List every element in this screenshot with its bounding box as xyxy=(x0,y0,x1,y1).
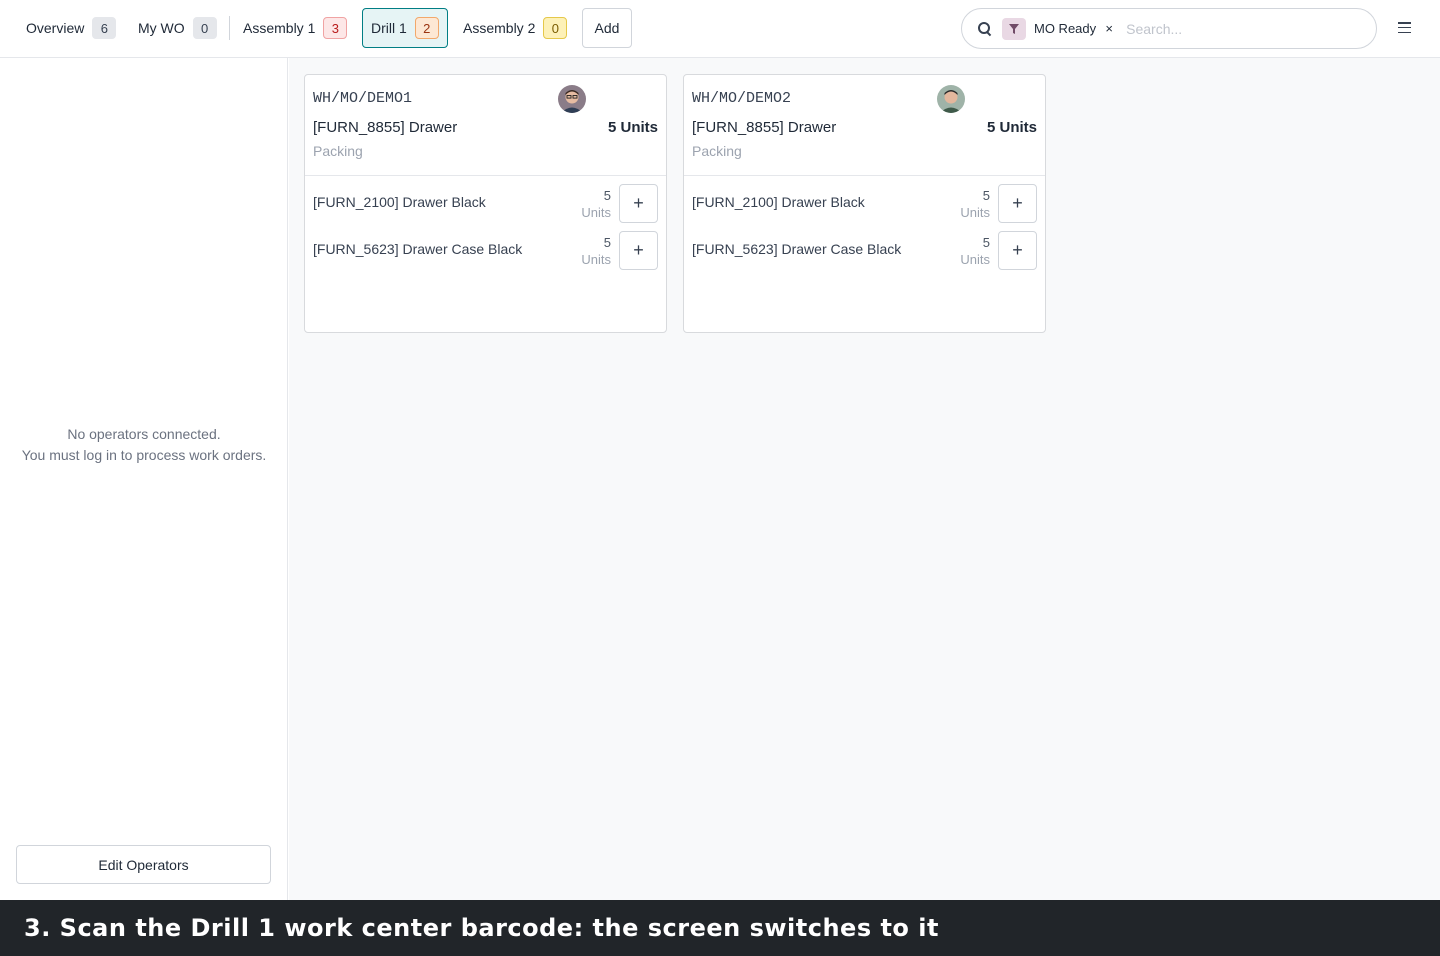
tab-label: Assembly 1 xyxy=(243,20,316,36)
component-row: [FURN_5623] Drawer Case Black 5 Units + xyxy=(684,223,1045,270)
operator-sidebar: No operators connected. You must log in … xyxy=(0,58,288,900)
add-workcenter-button[interactable]: Add xyxy=(582,8,632,48)
tab-label: Assembly 2 xyxy=(463,20,536,36)
mo-operation-step: Packing xyxy=(313,143,363,159)
component-uom: Units xyxy=(960,205,990,220)
tab-divider xyxy=(229,16,230,40)
avatar xyxy=(937,85,965,113)
mo-quantity: 5 Units xyxy=(607,119,658,136)
filter-facet-label: MO Ready xyxy=(1034,21,1097,36)
edit-operators-button[interactable]: Edit Operators xyxy=(16,845,271,884)
no-operators-line: No operators connected. xyxy=(67,426,221,442)
component-quantity: 5 Units xyxy=(960,234,990,268)
no-operators-message: No operators connected. You must log in … xyxy=(0,424,288,466)
plus-icon[interactable]: + xyxy=(619,231,658,270)
search-icon[interactable] xyxy=(978,21,992,36)
component-uom: Units xyxy=(581,252,611,267)
component-qty-value: 5 xyxy=(603,188,611,203)
workorder-area: WH/MO/DEMO1 [FURN_8855] Drawer 5 Units P… xyxy=(289,58,1440,900)
component-row: [FURN_5623] Drawer Case Black 5 Units + xyxy=(305,223,666,270)
search-bar[interactable]: MO Ready × xyxy=(961,8,1377,49)
tab-drill-1[interactable]: Drill 1 2 xyxy=(362,8,448,48)
plus-icon[interactable]: + xyxy=(998,184,1037,223)
mo-reference: WH/MO/DEMO1 xyxy=(313,90,413,107)
mo-reference: WH/MO/DEMO2 xyxy=(692,90,792,107)
tab-count-badge: 2 xyxy=(414,17,439,39)
filter-icon xyxy=(1002,17,1026,40)
component-uom: Units xyxy=(581,205,611,220)
tab-label: Drill 1 xyxy=(371,20,407,36)
tab-assembly-1[interactable]: Assembly 1 3 xyxy=(234,8,356,48)
login-hint-line: You must log in to process work orders. xyxy=(21,447,267,463)
top-bar: Overview 6 My WO 0 Assembly 1 3 Drill 1 … xyxy=(0,0,1440,58)
component-uom: Units xyxy=(960,252,990,267)
tab-count-badge: 0 xyxy=(192,17,217,39)
tab-count-badge: 6 xyxy=(92,17,117,39)
mo-card[interactable]: WH/MO/DEMO1 [FURN_8855] Drawer 5 Units P… xyxy=(304,74,667,333)
component-quantity: 5 Units xyxy=(581,234,611,268)
tab-label: Overview xyxy=(26,20,85,36)
component-row: [FURN_2100] Drawer Black 5 Units + xyxy=(684,176,1045,223)
component-quantity: 5 Units xyxy=(960,187,990,221)
component-name: [FURN_2100] Drawer Black xyxy=(692,194,865,210)
hamburger-menu-icon[interactable] xyxy=(1398,22,1411,33)
component-qty-value: 5 xyxy=(982,235,990,250)
caption-banner: 3. Scan the Drill 1 work center barcode:… xyxy=(0,900,1440,956)
search-input[interactable] xyxy=(1126,20,1367,37)
mo-card-header[interactable]: WH/MO/DEMO2 [FURN_8855] Drawer 5 Units P… xyxy=(684,75,1045,176)
component-qty-value: 5 xyxy=(982,188,990,203)
plus-icon[interactable]: + xyxy=(998,231,1037,270)
component-name: [FURN_5623] Drawer Case Black xyxy=(692,241,902,257)
mo-card[interactable]: WH/MO/DEMO2 [FURN_8855] Drawer 5 Units P… xyxy=(683,74,1046,333)
tab-count-badge: 0 xyxy=(543,17,568,39)
close-icon[interactable]: × xyxy=(1102,21,1116,36)
component-name: [FURN_2100] Drawer Black xyxy=(313,194,486,210)
tab-label: My WO xyxy=(138,20,185,36)
mo-card-header[interactable]: WH/MO/DEMO1 [FURN_8855] Drawer 5 Units P… xyxy=(305,75,666,176)
component-qty-value: 5 xyxy=(603,235,611,250)
mo-quantity: 5 Units xyxy=(986,119,1037,136)
component-quantity: 5 Units xyxy=(581,187,611,221)
mo-operation-step: Packing xyxy=(692,143,742,159)
tab-assembly-2[interactable]: Assembly 2 0 xyxy=(454,8,576,48)
component-row: [FURN_2100] Drawer Black 5 Units + xyxy=(305,176,666,223)
filter-facet[interactable]: MO Ready × xyxy=(1002,17,1116,41)
component-name: [FURN_5623] Drawer Case Black xyxy=(313,241,523,257)
tab-count-badge: 3 xyxy=(323,17,348,39)
plus-icon[interactable]: + xyxy=(619,184,658,223)
mo-product: [FURN_8855] Drawer xyxy=(692,119,837,136)
mo-product: [FURN_8855] Drawer xyxy=(313,119,458,136)
caption-text: 3. Scan the Drill 1 work center barcode:… xyxy=(24,914,939,942)
tab-my-wo[interactable]: My WO 0 xyxy=(129,8,226,48)
avatar xyxy=(558,85,586,113)
tab-overview[interactable]: Overview 6 xyxy=(17,8,125,48)
